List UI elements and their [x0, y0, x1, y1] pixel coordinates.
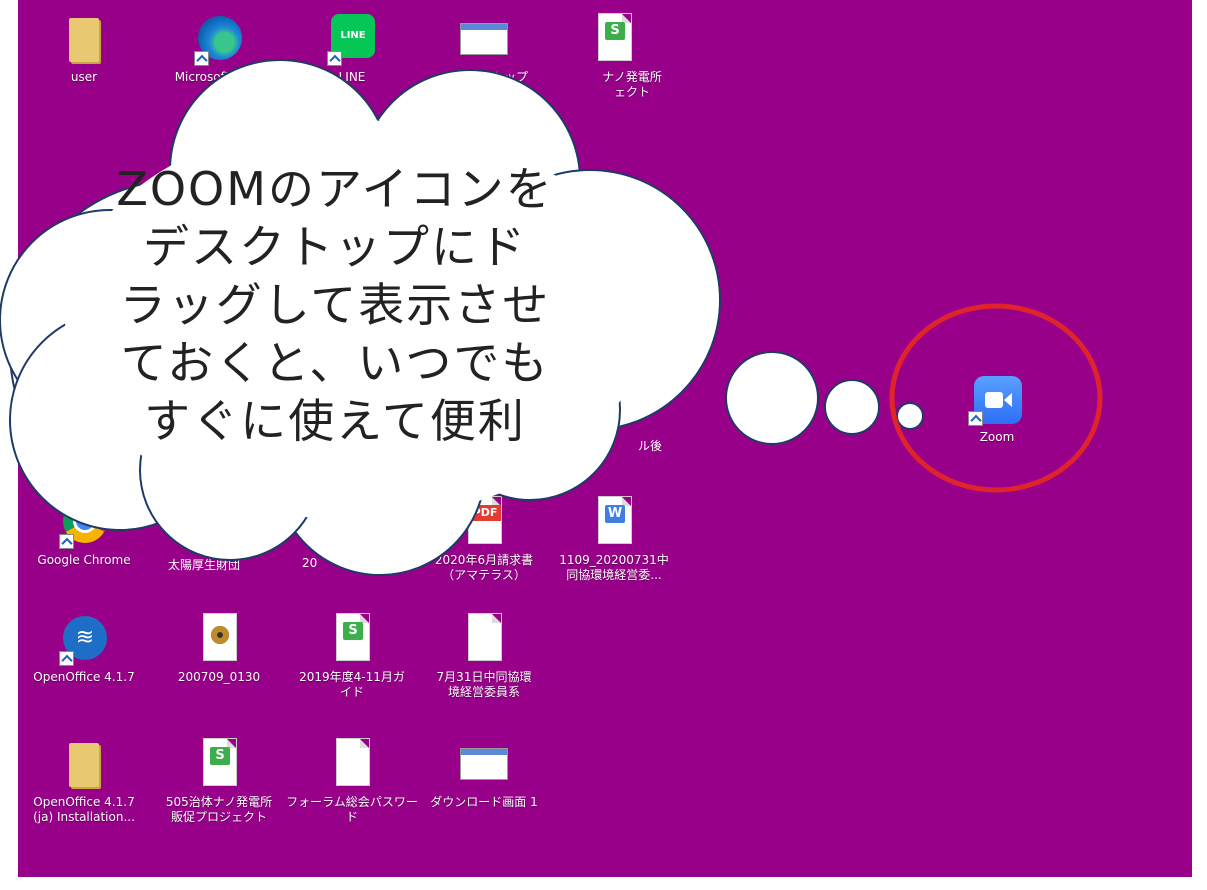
thought-bubble-large	[725, 351, 819, 445]
thought-bubble-medium	[824, 379, 880, 435]
cloud-annotation-text: ZOOMのアイコンを デスクトップにド ラッグして表示させ ておくと、いつでも …	[116, 162, 554, 448]
thought-bubble-small	[896, 402, 924, 430]
highlight-ellipse	[889, 303, 1103, 493]
